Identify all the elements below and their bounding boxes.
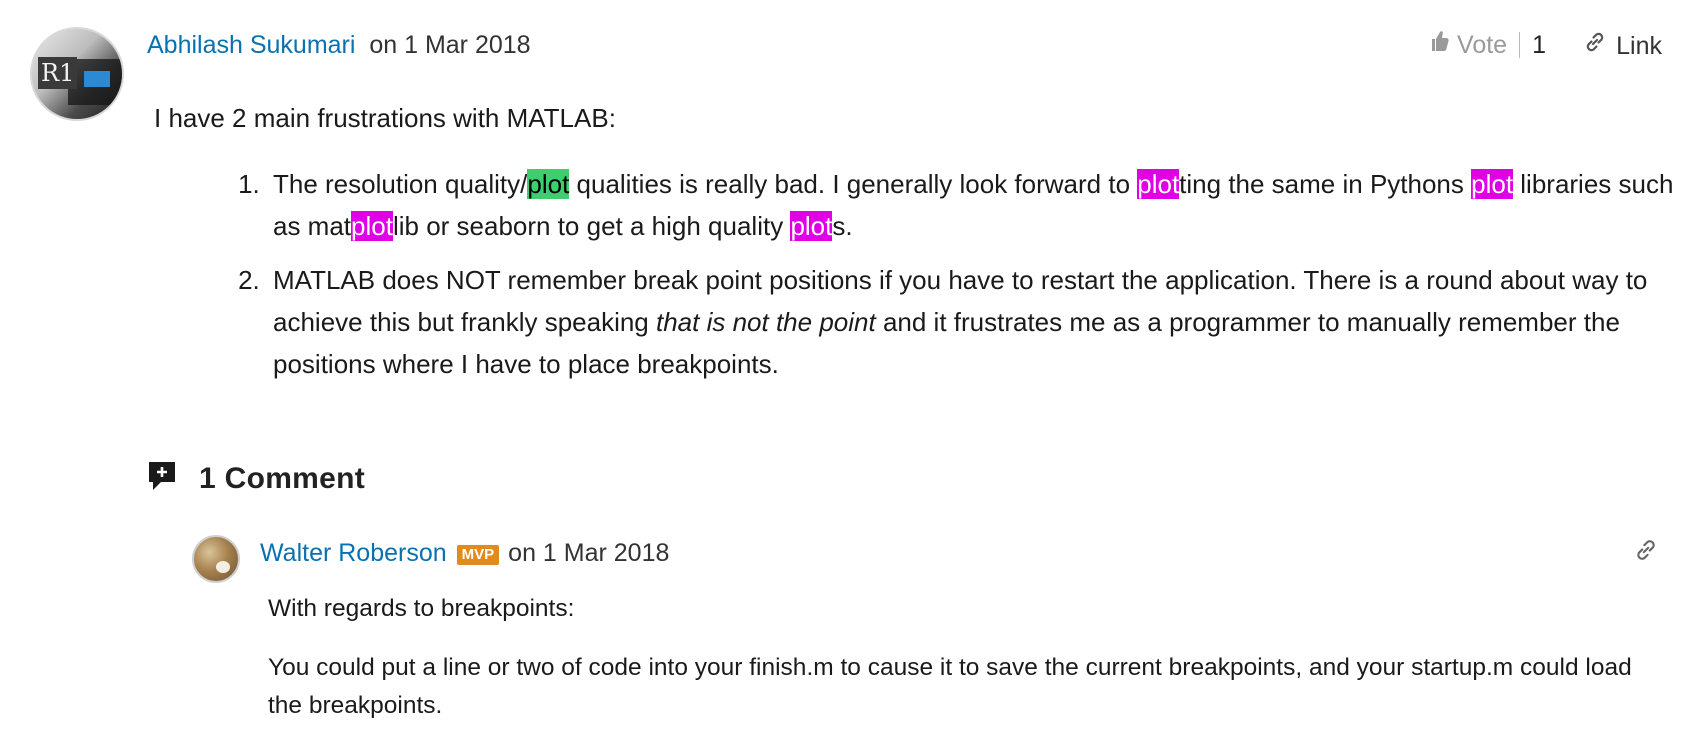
text-segment: The resolution quality/ xyxy=(273,169,528,199)
comment-paragraph: You could put a line or two of code into… xyxy=(268,654,1632,719)
comments-count-title: 1 Comment xyxy=(199,461,366,495)
comment-date: on 1 Mar 2018 xyxy=(508,539,670,567)
answer-byline: Abhilash Sukumari on 1 Mar 2018 xyxy=(147,29,531,61)
text-segment: s. xyxy=(832,211,853,241)
comment-permalink-icon[interactable] xyxy=(1632,536,1660,569)
answer-point: MATLAB does NOT remember break point pos… xyxy=(267,259,1674,385)
text-segment: qualities is really bad. I generally loo… xyxy=(569,169,1138,199)
search-highlight: plot xyxy=(1471,169,1514,199)
text-segment: lib or seaborn to get a high quality xyxy=(392,211,791,241)
answer-body: I have 2 main frustrations with MATLAB: … xyxy=(154,102,1674,397)
emphasis-text: that is not the point xyxy=(656,307,876,337)
search-highlight-active: plot xyxy=(527,169,570,199)
answer-point: The resolution quality/plot qualities is… xyxy=(267,163,1674,247)
search-highlight: plot xyxy=(1137,169,1180,199)
answer-author-link[interactable]: Abhilash Sukumari xyxy=(147,31,355,59)
comments-header: 1 Comment xyxy=(147,460,365,497)
text-segment: ting the same in Pythons xyxy=(1179,169,1472,199)
search-highlight: plot xyxy=(790,211,833,241)
mvp-badge: MVP xyxy=(456,545,500,565)
answer-link-button[interactable]: Link xyxy=(1582,29,1662,63)
comment-author-avatar[interactable] xyxy=(192,535,240,583)
vote-control: Vote 1 xyxy=(1429,29,1546,61)
vote-count: 1 xyxy=(1532,31,1546,59)
comment-paragraph: With regards to breakpoints: xyxy=(268,595,575,622)
link-label: Link xyxy=(1616,32,1662,60)
answer-date: on 1 Mar 2018 xyxy=(369,31,531,59)
search-highlight: plot xyxy=(351,211,393,241)
answer-points-list: The resolution quality/plot qualities is… xyxy=(154,163,1674,385)
vote-divider xyxy=(1519,32,1521,58)
comment-body: With regards to breakpoints: You could p… xyxy=(268,590,1648,746)
author-avatar[interactable]: R1 xyxy=(30,27,124,121)
link-icon xyxy=(1582,29,1616,63)
comment-add-icon[interactable] xyxy=(147,460,177,497)
comment-author-link[interactable]: Walter Roberson xyxy=(260,537,447,569)
thumbs-up-icon[interactable] xyxy=(1429,29,1449,61)
comment-byline: Walter Roberson MVP on 1 Mar 2018 xyxy=(260,537,669,569)
answer-intro: I have 2 main frustrations with MATLAB: xyxy=(154,103,616,133)
vote-button[interactable]: Vote xyxy=(1457,29,1507,61)
